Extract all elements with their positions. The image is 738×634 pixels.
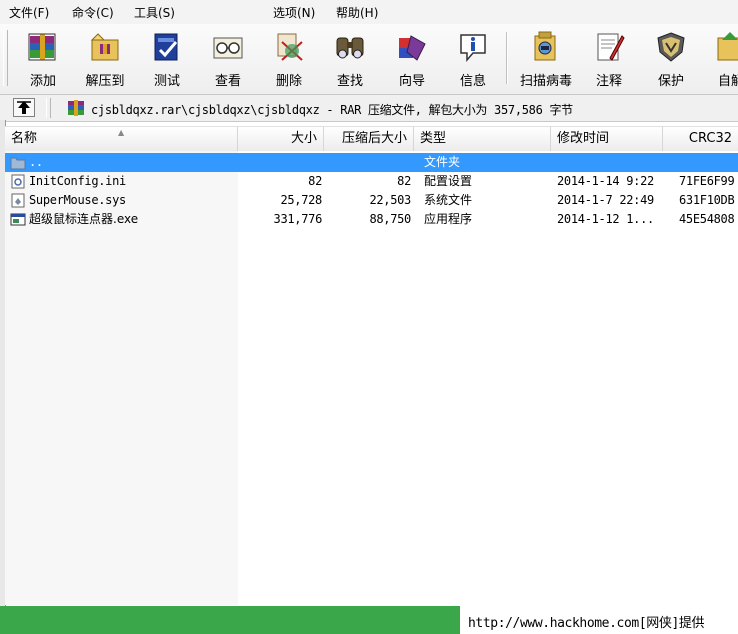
comment-button-label: 注释	[595, 74, 622, 89]
find-icon	[336, 37, 364, 59]
column-packed-size[interactable]: 压缩后大小	[324, 127, 414, 151]
menu-help[interactable]: 帮助(H)	[336, 4, 378, 21]
file-name: SuperMouse.sys	[29, 193, 126, 207]
file-type: 文件夹	[424, 155, 461, 169]
sort-ascending-icon: ▲	[118, 128, 125, 137]
protect-icon	[657, 32, 685, 62]
info-icon	[460, 34, 486, 63]
test-button[interactable]: 测试	[138, 26, 196, 90]
delete-button-label: 删除	[275, 74, 302, 89]
file-crc32: 631F10DB	[679, 193, 735, 207]
sfx-icon	[717, 32, 738, 61]
file-packed-size: 22,503	[369, 193, 411, 207]
rar-archive-icon	[68, 100, 84, 116]
menu-bar: 文件(F) 命令(C) 工具(S) 选项(N) 帮助(H)	[0, 0, 738, 25]
ini-file-icon	[11, 174, 25, 189]
wizard-button-label: 向导	[398, 74, 425, 89]
file-crc32: 45E54808	[679, 212, 735, 226]
folder-up-icon	[10, 157, 26, 170]
wizard-button[interactable]: 向导	[383, 26, 441, 90]
file-type: 配置设置	[424, 174, 473, 188]
file-list: .. 文件夹 InitConfig.ini 82 82 配置设置 2014-1-…	[5, 151, 738, 605]
view-button-label: 查看	[214, 74, 241, 89]
menu-tools[interactable]: 工具(S)	[134, 4, 175, 21]
scan-virus-button[interactable]: 扫描病毒	[517, 26, 575, 90]
up-arrow-icon	[17, 101, 31, 114]
add-archive-icon	[28, 33, 56, 61]
scan-virus-button-label: 扫描病毒	[519, 74, 572, 89]
sfx-button-label: 自解	[717, 74, 738, 89]
delete-icon	[277, 33, 303, 61]
address-path: cjsbldqxz.rar\cjsbldqxz\cjsbldqxz - RAR …	[91, 103, 573, 117]
extract-to-button-label: 解压到	[85, 74, 125, 89]
address-bar: cjsbldqxz.rar\cjsbldqxz\cjsbldqxz - RAR …	[0, 95, 738, 122]
add-button[interactable]: 添加	[14, 26, 72, 90]
find-button-label: 查找	[336, 74, 363, 89]
scan-virus-icon	[534, 31, 556, 61]
file-name: InitConfig.ini	[29, 174, 126, 188]
table-row[interactable]: InitConfig.ini 82 82 配置设置 2014-1-14 9:22…	[5, 172, 738, 191]
delete-button[interactable]: 删除	[260, 26, 318, 90]
test-button-label: 测试	[153, 74, 180, 89]
status-bar: http://www.hackhome.com[网侠]提供	[0, 606, 738, 634]
menu-commands[interactable]: 命令(C)	[72, 4, 114, 21]
file-type: 应用程序	[424, 212, 473, 226]
info-button-label: 信息	[459, 74, 486, 89]
find-button[interactable]: 查找	[321, 26, 379, 90]
status-text: http://www.hackhome.com[网侠]提供	[468, 616, 705, 631]
table-row[interactable]: 超级鼠标连点器.exe 331,776 88,750 应用程序 2014-1-1…	[5, 210, 738, 229]
menu-file[interactable]: 文件(F)	[9, 4, 49, 21]
exe-file-icon	[10, 213, 26, 226]
extract-to-button[interactable]: 解压到	[76, 26, 134, 90]
up-folder-button[interactable]	[13, 98, 35, 117]
add-button-label: 添加	[29, 74, 56, 89]
file-size: 82	[308, 174, 322, 188]
file-name: 超级鼠标连点器.exe	[29, 212, 139, 226]
view-icon	[213, 37, 243, 59]
table-row[interactable]: SuperMouse.sys 25,728 22,503 系统文件 2014-1…	[5, 191, 738, 210]
file-size: 25,728	[280, 193, 322, 207]
file-crc32: 71FE6F99	[679, 174, 735, 188]
protect-button[interactable]: 保护	[642, 26, 700, 90]
file-modified: 2014-1-7 22:49	[557, 193, 654, 207]
sys-file-icon	[11, 193, 25, 208]
column-size[interactable]: 大小	[238, 127, 324, 151]
column-modified[interactable]: 修改时间	[551, 127, 663, 151]
file-packed-size: 82	[397, 174, 411, 188]
info-button[interactable]: 信息	[444, 26, 502, 90]
toolbar-grip[interactable]	[3, 30, 8, 86]
test-icon	[154, 33, 178, 61]
toolbar: 添加 解压到 测试 查看 删除 查找 向导 信息 扫描病毒 注释 保护 自解	[0, 24, 738, 95]
toolbar-separator	[506, 32, 508, 84]
file-list-header: 名称 ▲ 大小 压缩后大小 类型 修改时间 CRC32	[5, 126, 738, 152]
column-crc32[interactable]: CRC32	[663, 127, 738, 151]
table-row-parent-folder[interactable]: .. 文件夹	[5, 153, 738, 172]
file-type: 系统文件	[424, 193, 473, 207]
menu-options[interactable]: 选项(N)	[273, 4, 315, 21]
protect-button-label: 保护	[657, 74, 684, 89]
view-button[interactable]: 查看	[199, 26, 257, 90]
extract-to-icon	[90, 33, 119, 61]
column-type[interactable]: 类型	[414, 127, 551, 151]
address-grip[interactable]	[46, 98, 51, 118]
file-name: ..	[29, 155, 43, 169]
file-size: 331,776	[273, 212, 322, 226]
comment-icon	[597, 33, 625, 61]
file-packed-size: 88,750	[369, 212, 411, 226]
sfx-button[interactable]: 自解	[702, 26, 738, 90]
wizard-icon	[399, 35, 426, 61]
file-modified: 2014-1-14 9:22	[557, 174, 654, 188]
file-modified: 2014-1-12 1...	[557, 212, 654, 226]
comment-button[interactable]: 注释	[580, 26, 638, 90]
